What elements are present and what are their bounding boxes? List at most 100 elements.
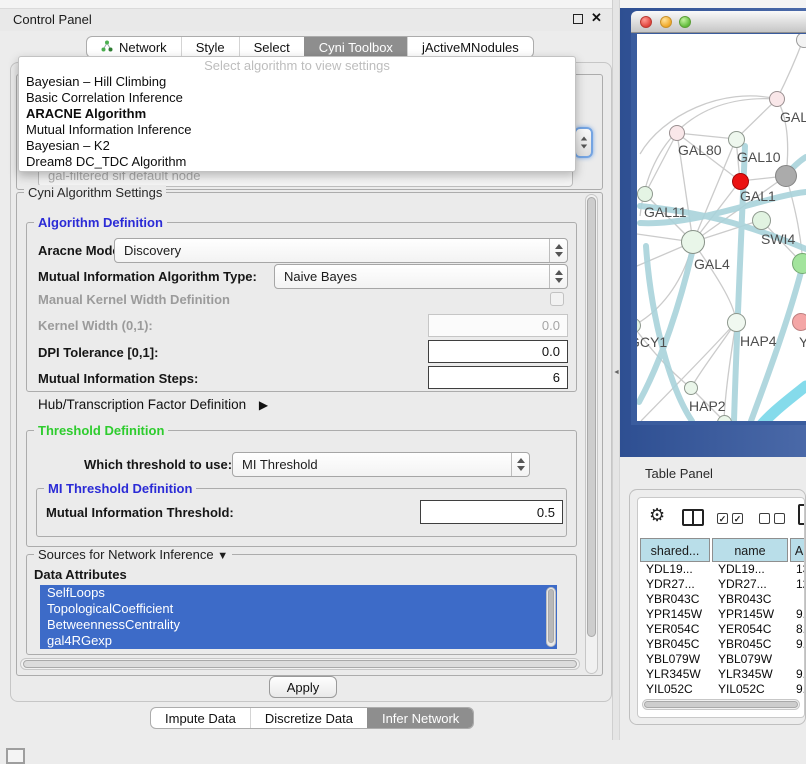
attribute-item-betweennesscentrality[interactable]: BetweennessCentrality: [40, 617, 557, 633]
network-window-titlebar[interactable]: [631, 11, 806, 33]
data-attributes-list[interactable]: SelfLoopsTopologicalCoefficientBetweenne…: [40, 585, 557, 649]
tab-cyni-toolbox[interactable]: Cyni Toolbox: [304, 37, 407, 57]
mi-threshold-value: 0.5: [537, 505, 555, 520]
split-divider[interactable]: ◄: [612, 0, 620, 740]
divider-collapse-icon[interactable]: ◄: [613, 369, 620, 376]
settings-vscrollbar-thumb[interactable]: [587, 197, 596, 637]
tab-select[interactable]: Select: [239, 37, 304, 57]
tab-jactivemnodules[interactable]: jActiveMNodules: [407, 37, 533, 57]
which-threshold-combo[interactable]: MI Threshold: [232, 452, 530, 477]
table-cell: YBR045C: [646, 637, 726, 652]
select-all-checkbox-icon[interactable]: ✓: [717, 513, 728, 524]
tab-infer-network[interactable]: Infer Network: [367, 708, 473, 728]
attr-list-vscrollbar-thumb[interactable]: [548, 589, 554, 643]
table-cell: YDL19...: [718, 562, 804, 577]
combo-stepper-icon: [511, 453, 529, 476]
table-row[interactable]: YER054CYER054C8.: [640, 622, 805, 637]
table-row[interactable]: YBR043CYBR043C: [640, 592, 805, 607]
table-cell: YDR27...: [718, 577, 804, 592]
table-cell: YIL052C: [646, 682, 726, 697]
zoom-traffic-light[interactable]: [679, 16, 691, 28]
tab-impute-data[interactable]: Impute Data: [151, 708, 250, 728]
mi-type-combo[interactable]: Naive Bayes: [274, 264, 568, 289]
new-table-doc-icon[interactable]: [798, 504, 805, 525]
float-window-icon[interactable]: [573, 14, 583, 24]
table-hscrollbar[interactable]: [642, 699, 800, 710]
table-row[interactable]: YBL079WYBL079W: [640, 652, 805, 667]
network-node-gal80[interactable]: [669, 125, 685, 141]
network-node-gal1[interactable]: [752, 211, 771, 230]
table-row[interactable]: YPR145WYPR145W9.: [640, 607, 805, 622]
table-row[interactable]: YDL19...YDL19...13: [640, 562, 805, 577]
table-settings-gear-icon[interactable]: ⚙: [649, 505, 665, 526]
cyni-settings-title: Cyni Algorithm Settings: [24, 185, 166, 200]
close-traffic-light[interactable]: [640, 16, 652, 28]
table-hscrollbar-thumb[interactable]: [644, 701, 798, 708]
manual-kernel-checkbox[interactable]: [550, 292, 564, 306]
close-panel-icon[interactable]: ✕: [591, 10, 602, 26]
network-node[interactable]: [732, 173, 749, 190]
apply-button[interactable]: Apply: [269, 676, 337, 698]
table-row[interactable]: YDR27...YDR27...12: [640, 577, 805, 592]
mi-threshold-field[interactable]: 0.5: [420, 500, 563, 524]
attribute-item-topologicalcoefficient[interactable]: TopologicalCoefficient: [40, 601, 557, 617]
algorithm-combo-stepper-focused[interactable]: [574, 127, 593, 158]
tab-network[interactable]: Network: [87, 37, 181, 57]
kernel-width-value: 0.0: [542, 318, 560, 333]
select-all-checkbox-icon2[interactable]: ✓: [732, 513, 743, 524]
network-node-y[interactable]: [792, 313, 806, 331]
minimize-traffic-light[interactable]: [660, 16, 672, 28]
algorithm-option-bayesian-k2[interactable]: Bayesian – K2: [19, 138, 575, 154]
algorithm-option-aracne-algorithm[interactable]: ARACNE Algorithm: [19, 106, 575, 122]
column-header-a[interactable]: A: [790, 538, 805, 562]
deselect-all-checkbox-icon2[interactable]: [774, 513, 785, 524]
table-row[interactable]: YLR345WYLR345W9.: [640, 667, 805, 682]
deselect-all-checkbox-icon[interactable]: [759, 513, 770, 524]
network-node-gal4[interactable]: [681, 230, 705, 254]
screen: { "window": {"title": "Control Panel", "…: [0, 0, 806, 762]
control-panel-tabs: NetworkStyleSelectCyni Toolbox jActiveMNo…: [86, 36, 534, 58]
collapse-arrow-icon[interactable]: ▼: [217, 550, 228, 562]
network-canvas[interactable]: GALGAL80GAL10GAL1GAL11GAL4GCY1HAP4YHAP2S…: [637, 34, 806, 421]
hub-definition-toggle[interactable]: Hub/Transcription Factor Definition ▶: [38, 397, 268, 412]
attribute-item-gal4rgexp[interactable]: gal4RGexp: [40, 633, 557, 649]
tab-label: Infer Network: [382, 711, 459, 726]
column-header-name[interactable]: name: [712, 538, 788, 562]
attribute-item-selfloops[interactable]: SelfLoops: [40, 585, 557, 601]
dpi-tolerance-field[interactable]: 0.0: [428, 340, 568, 363]
node-label-gcy1: GCY1: [637, 334, 667, 350]
table-row[interactable]: YIL052CYIL052C9.: [640, 682, 805, 697]
table-body: YDL19...YDL19...13YDR27...YDR27...12YBR0…: [640, 562, 805, 698]
algorithm-option-dream8-dc-tdc-algorithm[interactable]: Dream8 DC_TDC Algorithm: [19, 154, 575, 170]
settings-hscrollbar-thumb[interactable]: [23, 660, 577, 668]
network-node-hap4[interactable]: [727, 313, 746, 332]
split-columns-icon[interactable]: [682, 509, 704, 526]
table-cell: YER054C: [646, 622, 726, 637]
tab-label: jActiveMNodules: [422, 40, 519, 55]
algorithm-option-bayesian-hill-climbing[interactable]: Bayesian – Hill Climbing: [19, 74, 575, 90]
tab-style[interactable]: Style: [181, 37, 239, 57]
algorithm-option-basic-correlation-inference[interactable]: Basic Correlation Inference: [19, 90, 575, 106]
network-node[interactable]: [792, 253, 806, 274]
algorithm-definition-title: Algorithm Definition: [34, 215, 167, 230]
sources-title: Sources for Network Inference ▼: [34, 547, 232, 562]
column-header-shared-[interactable]: shared...: [640, 538, 710, 562]
tab-discretize-data[interactable]: Discretize Data: [250, 708, 367, 728]
settings-hscrollbar[interactable]: [20, 658, 580, 670]
stepper-down-icon: [580, 145, 586, 149]
kernel-width-field[interactable]: 0.0: [428, 314, 568, 337]
mi-steps-field[interactable]: 6: [428, 366, 568, 389]
network-node-gal10[interactable]: [728, 131, 745, 148]
algorithm-option-mutual-information-inference[interactable]: Mutual Information Inference: [19, 122, 575, 138]
network-node[interactable]: [775, 165, 797, 187]
combo-stepper-icon: [549, 265, 567, 288]
aracne-mode-label: Aracne Mode:: [38, 243, 124, 258]
settings-vscrollbar[interactable]: [585, 194, 598, 674]
expand-arrow-icon[interactable]: ▶: [259, 398, 268, 412]
network-node-gal11[interactable]: [637, 186, 653, 202]
network-node-hap2[interactable]: [684, 381, 698, 395]
table-row[interactable]: YBR045CYBR045C9.: [640, 637, 805, 652]
aracne-mode-combo[interactable]: Discovery: [114, 238, 568, 263]
attr-list-vscrollbar[interactable]: [546, 587, 556, 647]
network-node-gal[interactable]: [769, 91, 785, 107]
